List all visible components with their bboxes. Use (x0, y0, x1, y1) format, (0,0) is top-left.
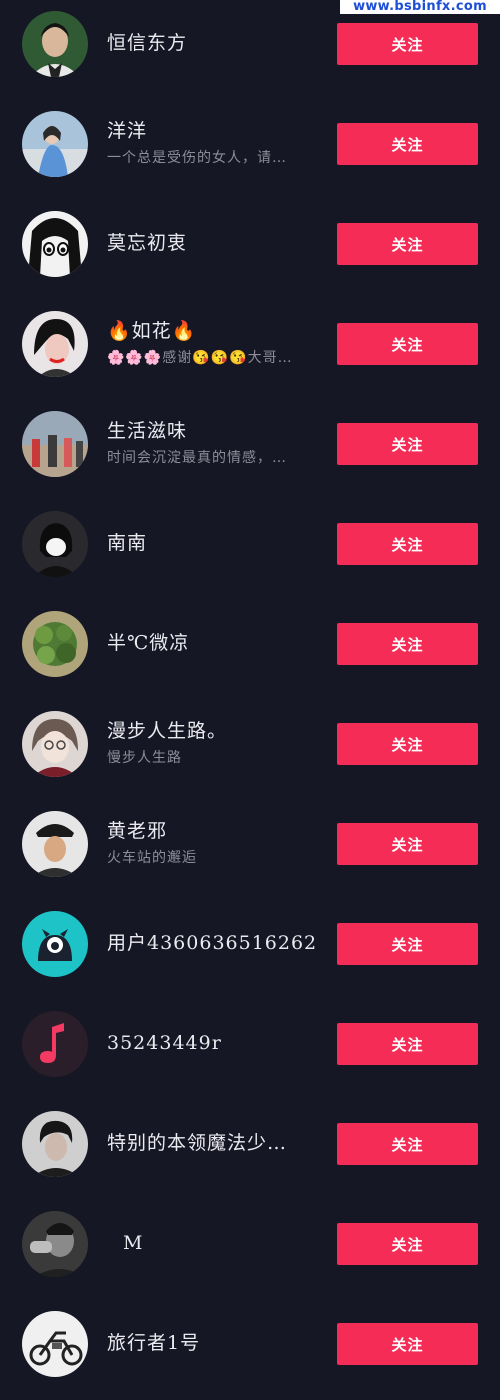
avatar[interactable] (22, 1011, 88, 1077)
avatar[interactable] (22, 911, 88, 977)
user-name: 🔥如花🔥 (107, 320, 197, 342)
user-bio: 火车站的邂逅 (107, 850, 197, 866)
list-item[interactable]: 黄老邪 火车站的邂逅 关注 (0, 800, 500, 900)
user-bio: 时间会沉淀最真的情感，… (107, 450, 287, 466)
user-list: 恒信东方 关注 洋洋 一个总是受伤的女人，请… 关注 莫忘初衷 关注 🔥如花🔥 … (0, 0, 500, 1400)
list-item[interactable]: 生活滋味 时间会沉淀最真的情感，… 关注 (0, 400, 500, 500)
list-item[interactable]: 旅行者1号 关注 (0, 1300, 500, 1400)
user-bio: 慢步人生路 (107, 750, 182, 766)
user-name: 黄老邪 (107, 820, 168, 842)
avatar[interactable] (22, 1311, 88, 1377)
user-name: 洋洋 (107, 120, 148, 142)
user-name: 半℃微凉 (107, 632, 190, 654)
avatar[interactable] (22, 1211, 88, 1277)
follow-button[interactable]: 关注 (337, 1323, 478, 1365)
avatar[interactable] (22, 1111, 88, 1177)
follow-button[interactable]: 关注 (337, 1223, 478, 1265)
follow-button[interactable]: 关注 (337, 323, 478, 365)
user-name: 35243449r (107, 1032, 222, 1054)
list-item[interactable]: 半℃微凉 关注 (0, 600, 500, 700)
avatar[interactable] (22, 111, 88, 177)
follow-button[interactable]: 关注 (337, 623, 478, 665)
avatar[interactable] (22, 811, 88, 877)
list-item[interactable]: 用户4360636516262 关注 (0, 900, 500, 1000)
follow-button[interactable]: 关注 (337, 523, 478, 565)
follow-button[interactable]: 关注 (337, 723, 478, 765)
user-name: 用户4360636516262 (107, 932, 318, 954)
list-item[interactable]: 莫忘初衷 关注 (0, 200, 500, 300)
avatar[interactable] (22, 511, 88, 577)
follow-button[interactable]: 关注 (337, 923, 478, 965)
avatar[interactable] (22, 311, 88, 377)
list-item[interactable]: 特别的本领魔法少… 关注 (0, 1100, 500, 1200)
avatar[interactable] (22, 611, 88, 677)
list-item[interactable]: 洋洋 一个总是受伤的女人，请… 关注 (0, 100, 500, 200)
list-item[interactable]: 35243449r 关注 (0, 1000, 500, 1100)
user-name: 恒信东方 (107, 32, 188, 54)
follow-button[interactable]: 关注 (337, 23, 478, 65)
follow-button[interactable]: 关注 (337, 1023, 478, 1065)
user-name: M (123, 1232, 144, 1254)
follow-button[interactable]: 关注 (337, 1123, 478, 1165)
user-name: 莫忘初衷 (107, 232, 188, 254)
user-name: 南南 (107, 532, 148, 554)
follow-button[interactable]: 关注 (337, 223, 478, 265)
list-item[interactable]: 南南 关注 (0, 500, 500, 600)
user-name: 旅行者1号 (107, 1332, 201, 1354)
user-bio: 一个总是受伤的女人，请… (107, 150, 287, 166)
avatar[interactable] (22, 711, 88, 777)
list-item[interactable]: 🔥如花🔥 🌸🌸🌸感谢😘😘😘大哥… 关注 (0, 300, 500, 400)
avatar[interactable] (22, 411, 88, 477)
avatar[interactable] (22, 11, 88, 77)
follow-button[interactable]: 关注 (337, 123, 478, 165)
user-bio: 🌸🌸🌸感谢😘😘😘大哥… (107, 350, 293, 366)
user-name: 漫步人生路。 (107, 720, 228, 742)
user-name: 特别的本领魔法少… (107, 1132, 288, 1154)
list-item[interactable]: M 关注 (0, 1200, 500, 1300)
user-name: 生活滋味 (107, 420, 188, 442)
avatar[interactable] (22, 211, 88, 277)
list-item[interactable]: 恒信东方 关注 (0, 0, 500, 100)
follow-button[interactable]: 关注 (337, 823, 478, 865)
list-item[interactable]: 漫步人生路。 慢步人生路 关注 (0, 700, 500, 800)
follow-button[interactable]: 关注 (337, 423, 478, 465)
